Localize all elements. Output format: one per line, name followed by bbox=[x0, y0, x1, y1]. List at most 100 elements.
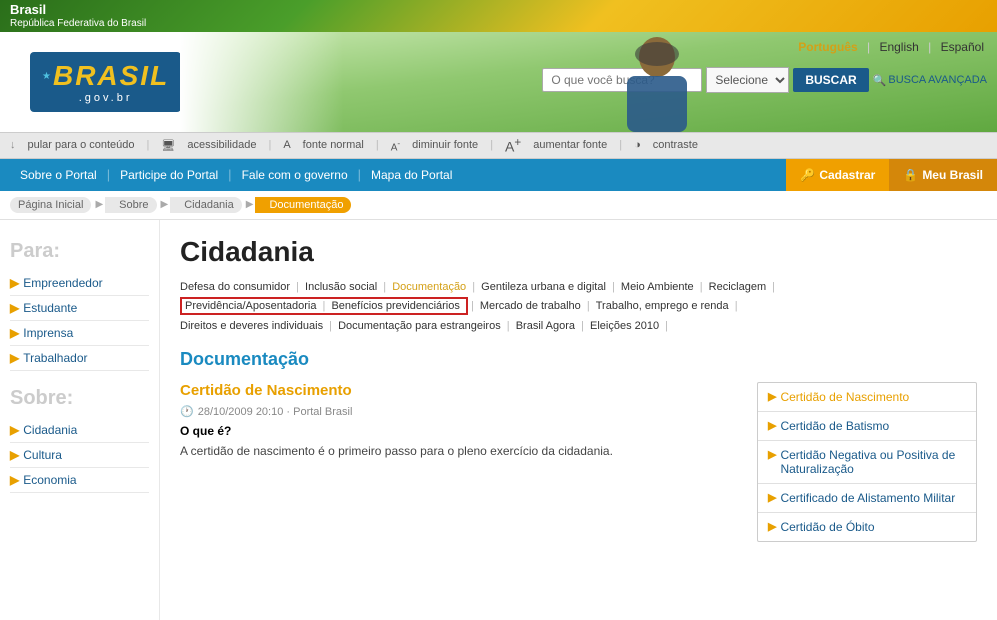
font-increase-icon: A+ bbox=[505, 136, 521, 155]
nav-sobre-portal[interactable]: Sobre o Portal bbox=[10, 159, 107, 191]
item-label: Certificado de Alistamento Militar bbox=[780, 491, 955, 505]
subnav-brasil-agora[interactable]: Brasil Agora bbox=[516, 320, 575, 332]
list-item-certidao-nascimento[interactable]: ▶ Certidão de Nascimento bbox=[758, 383, 976, 412]
article-text: A certidão de nascimento é o primeiro pa… bbox=[180, 442, 737, 460]
sub-navigation: Defesa do consumidor | Inclusão social |… bbox=[180, 278, 977, 337]
subnav-estrangeiros[interactable]: Documentação para estrangeiros bbox=[338, 320, 501, 332]
article-subtitle: Certidão de Nascimento bbox=[180, 382, 737, 399]
sidebar-para-title: Para: bbox=[10, 240, 149, 263]
arrow-icon: ▶ bbox=[10, 448, 19, 462]
nav-participe[interactable]: Participe do Portal bbox=[110, 159, 228, 191]
arrow-icon: ▶ bbox=[10, 351, 19, 365]
skip-content-link[interactable]: pular para o conteúdo bbox=[28, 139, 135, 151]
article-date: 28/10/2009 20:10 · Portal Brasil bbox=[198, 406, 353, 418]
arrow-icon: ▶ bbox=[768, 491, 776, 504]
key-icon: 🔑 bbox=[800, 159, 815, 191]
sidebar: Para: ▶ Empreendedor ▶ Estudante ▶ Impre… bbox=[0, 220, 160, 620]
subnav-reciclagem[interactable]: Reciclagem bbox=[709, 281, 766, 293]
sidebar-sobre-title: Sobre: bbox=[10, 387, 149, 410]
subnav-meio-ambiente[interactable]: Meio Ambiente bbox=[621, 281, 694, 293]
section-title: Documentação bbox=[180, 349, 977, 370]
logo-text: BRASIL bbox=[53, 60, 169, 92]
item-label: Certidão de Batismo bbox=[780, 419, 889, 433]
font-icon: A bbox=[283, 139, 290, 151]
subnav-documentacao[interactable]: Documentação bbox=[392, 281, 466, 293]
article-meta: 🕐 28/10/2009 20:10 · Portal Brasil bbox=[180, 405, 737, 418]
cadastrar-button[interactable]: 🔑 Cadastrar bbox=[786, 159, 889, 191]
font-increase-link[interactable]: aumentar fonte bbox=[533, 139, 607, 151]
list-item-certidao-obito[interactable]: ▶ Certidão de Óbito bbox=[758, 513, 976, 541]
sidebar-item-imprensa[interactable]: ▶ Imprensa bbox=[10, 321, 149, 346]
contrast-icon: ◑ bbox=[634, 139, 641, 151]
breadcrumb-home[interactable]: Página Inicial bbox=[10, 197, 91, 213]
arrow-icon: ▶ bbox=[768, 390, 776, 403]
clock-icon: 🕐 bbox=[180, 405, 194, 418]
nav-mapa[interactable]: Mapa do Portal bbox=[361, 159, 462, 191]
font-decrease-icon: A- bbox=[391, 138, 400, 153]
breadcrumb-documentacao[interactable]: Documentação bbox=[255, 197, 351, 213]
arrow-icon: ▶ bbox=[768, 419, 776, 432]
header-image bbox=[180, 32, 997, 132]
page-title: Cidadania bbox=[180, 236, 977, 268]
subnav-gentileza[interactable]: Gentileza urbana e digital bbox=[481, 281, 606, 293]
breadcrumb-sobre[interactable]: Sobre bbox=[105, 197, 156, 213]
sidebar-item-empreendedor[interactable]: ▶ Empreendedor bbox=[10, 271, 149, 296]
subnav-direitos[interactable]: Direitos e deveres individuais bbox=[180, 320, 323, 332]
sidebar-item-trabalhador[interactable]: ▶ Trabalhador bbox=[10, 346, 149, 371]
sidebar-label: Imprensa bbox=[23, 326, 73, 340]
subnav-defesa[interactable]: Defesa do consumidor bbox=[180, 281, 290, 293]
breadcrumb: Página Inicial ▶ Sobre ▶ Cidadania ▶ Doc… bbox=[0, 191, 997, 220]
logo[interactable]: ★ BRASIL .gov.br bbox=[30, 52, 181, 112]
contrast-link[interactable]: contraste bbox=[653, 139, 698, 151]
breadcrumb-cidadania[interactable]: Cidadania bbox=[170, 197, 242, 213]
nav-actions: 🔑 Cadastrar 🔒 Meu Brasil bbox=[786, 159, 997, 191]
article-bold: O que é? bbox=[180, 424, 737, 438]
content-row: Certidão de Nascimento 🕐 28/10/2009 20:1… bbox=[180, 382, 977, 542]
toolbar-separator-arrow: ↓ bbox=[10, 139, 16, 151]
sidebar-label: Economia bbox=[23, 473, 76, 487]
subnav-previdencia[interactable]: Previdência/Aposentadoria bbox=[185, 300, 316, 312]
sidebar-label: Empreendedor bbox=[23, 276, 102, 290]
subnav-mercado[interactable]: Mercado de trabalho bbox=[480, 300, 581, 312]
banner-title: Brasil bbox=[10, 2, 146, 18]
arrow-icon: ▶ bbox=[10, 301, 19, 315]
header: Português | English | Español ★ BRASIL .… bbox=[0, 32, 997, 132]
list-item-certidao-batismo[interactable]: ▶ Certidão de Batismo bbox=[758, 412, 976, 441]
sidebar-label: Estudante bbox=[23, 301, 77, 315]
banner-subtitle: República Federativa do Brasil bbox=[10, 18, 146, 30]
arrow-icon: ▶ bbox=[768, 448, 776, 461]
subnav-trabalho[interactable]: Trabalho, emprego e renda bbox=[596, 300, 729, 312]
font-normal-link[interactable]: fonte normal bbox=[303, 139, 364, 151]
sidebar-label: Trabalhador bbox=[23, 351, 87, 365]
list-item-certidao-negativa[interactable]: ▶ Certidão Negativa ou Positiva de Natur… bbox=[758, 441, 976, 484]
toolbar: ↓ pular para o conteúdo | 🖥 acessibilida… bbox=[0, 132, 997, 159]
sidebar-item-cidadania[interactable]: ▶ Cidadania bbox=[10, 418, 149, 443]
arrow-icon: ▶ bbox=[10, 276, 19, 290]
arrow-icon: ▶ bbox=[10, 473, 19, 487]
subnav-inclusao[interactable]: Inclusão social bbox=[305, 281, 377, 293]
sidebar-item-cultura[interactable]: ▶ Cultura bbox=[10, 443, 149, 468]
article: Certidão de Nascimento 🕐 28/10/2009 20:1… bbox=[180, 382, 737, 542]
content-area: Cidadania Defesa do consumidor | Inclusã… bbox=[160, 220, 997, 620]
arrow-icon: ▶ bbox=[10, 326, 19, 340]
arrow-icon: ▶ bbox=[10, 423, 19, 437]
subnav-beneficios[interactable]: Benefícios previdenciários bbox=[331, 300, 459, 312]
sidebar-list: ▶ Certidão de Nascimento ▶ Certidão de B… bbox=[757, 382, 977, 542]
nav-links: Sobre o Portal | Participe do Portal | F… bbox=[0, 159, 786, 191]
subnav-eleicoes[interactable]: Eleições 2010 bbox=[590, 320, 659, 332]
nav-fale[interactable]: Fale com o governo bbox=[232, 159, 358, 191]
top-banner: Brasil República Federativa do Brasil bbox=[0, 0, 997, 32]
main-container: Para: ▶ Empreendedor ▶ Estudante ▶ Impre… bbox=[0, 220, 997, 620]
sidebar-label: Cidadania bbox=[23, 423, 77, 437]
accessibility-link[interactable]: acessibilidade bbox=[187, 139, 256, 151]
arrow-icon: ▶ bbox=[768, 520, 776, 533]
nav-bar: Sobre o Portal | Participe do Portal | F… bbox=[0, 159, 997, 191]
list-item-certificado-militar[interactable]: ▶ Certificado de Alistamento Militar bbox=[758, 484, 976, 513]
sidebar-item-estudante[interactable]: ▶ Estudante bbox=[10, 296, 149, 321]
item-label: Certidão de Óbito bbox=[780, 520, 874, 534]
lock-icon: 🔒 bbox=[903, 159, 918, 191]
sidebar-item-economia[interactable]: ▶ Economia bbox=[10, 468, 149, 493]
meubrasil-button[interactable]: 🔒 Meu Brasil bbox=[889, 159, 997, 191]
font-decrease-link[interactable]: diminuir fonte bbox=[412, 139, 478, 151]
item-label: Certidão Negativa ou Positiva de Natural… bbox=[780, 448, 966, 476]
